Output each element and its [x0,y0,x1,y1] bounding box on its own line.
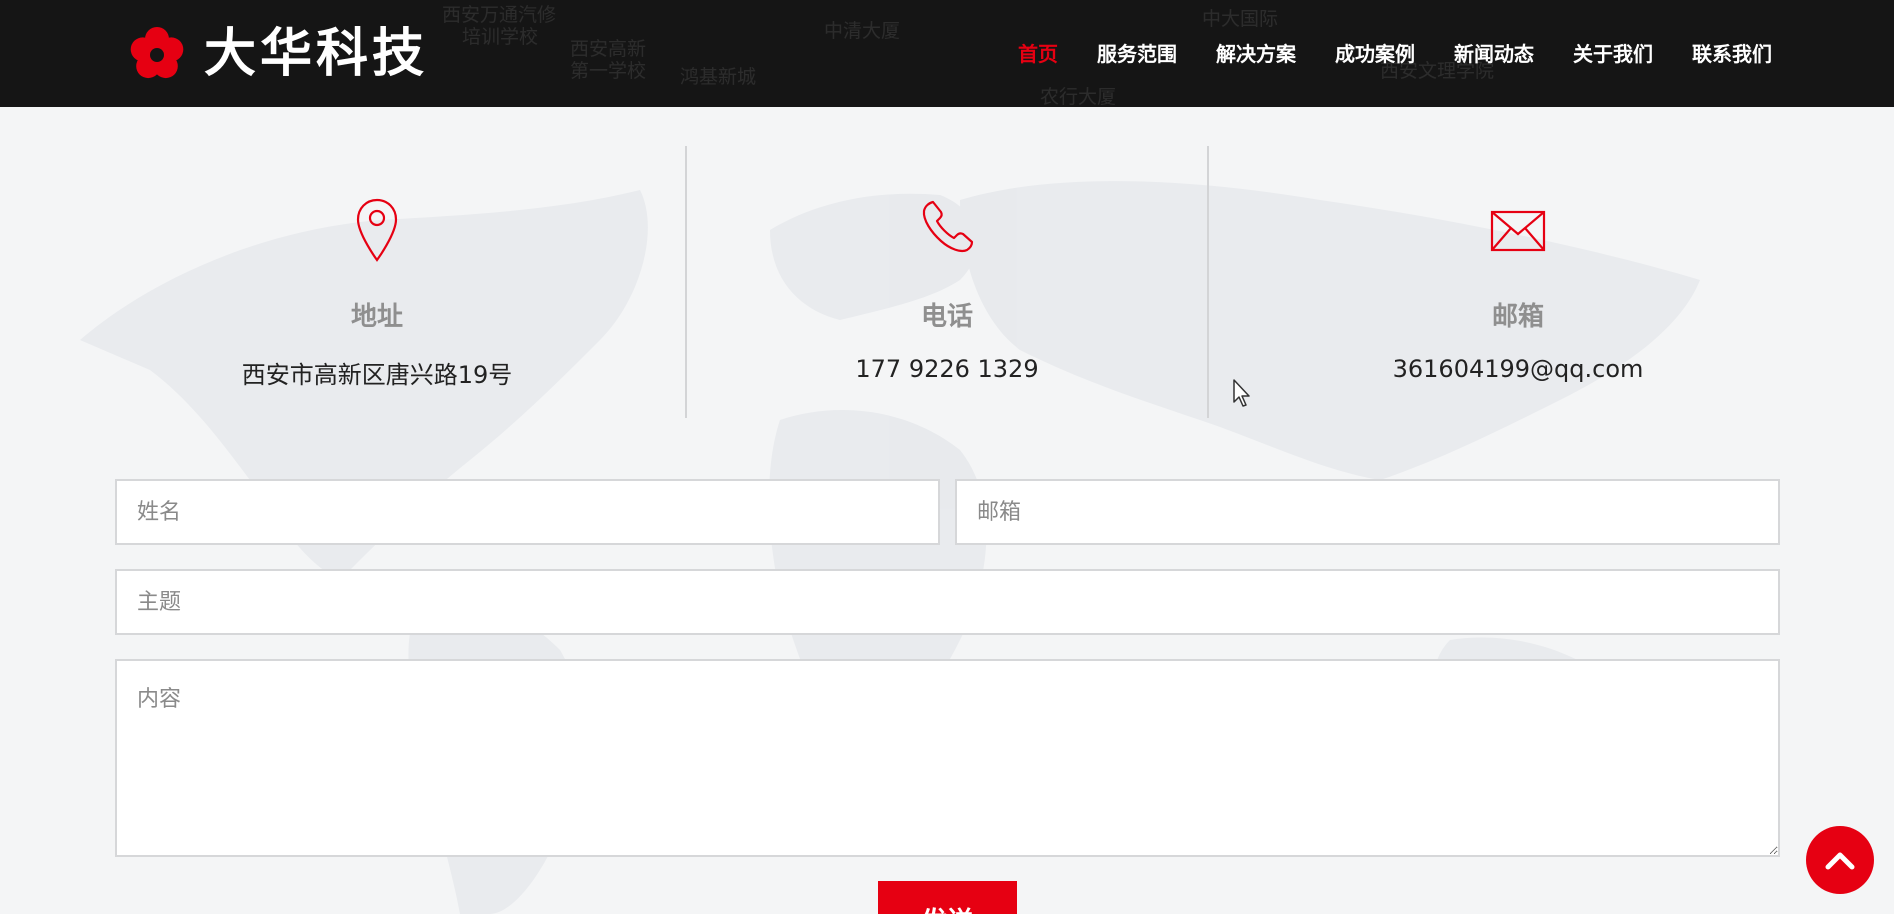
phone-icon [922,200,974,253]
back-to-top-button[interactable] [1806,826,1874,894]
header-map-label: 培训学校 [462,26,539,48]
address-block: 地址 西安市高新区唐兴路19号 [118,146,636,418]
nav-item-news[interactable]: 新闻动态 [1454,38,1534,67]
envelope-icon [1490,210,1546,252]
nav-item-contact[interactable]: 联系我们 [1692,38,1772,67]
nav-item-home[interactable]: 首页 [1018,38,1058,67]
mouse-cursor-icon [1233,379,1250,407]
nav-item-cases[interactable]: 成功案例 [1335,38,1415,67]
location-pin-icon [356,198,398,262]
header-map-label: 鸿基新城 [680,66,757,88]
header-map-label: 中大国际 [1202,8,1279,30]
nav-item-services[interactable]: 服务范围 [1097,38,1177,67]
send-button[interactable]: 发送 [878,881,1017,914]
chevron-up-icon [1825,852,1855,870]
subject-input[interactable] [115,569,1780,635]
flower-logo-icon [130,27,184,79]
email-block: 邮箱 361604199@qq.com [1208,146,1828,418]
phone-title: 电话 [920,302,973,332]
nav-item-about[interactable]: 关于我们 [1573,38,1653,67]
brand-name: 大华科技 [204,24,429,84]
address-value: 西安市高新区唐兴路19号 [241,361,513,389]
nav-item-solutions[interactable]: 解决方案 [1216,38,1296,67]
phone-value: 177 9226 1329 [855,355,1039,383]
email-title: 邮箱 [1491,302,1544,332]
site-logo[interactable]: 大华科技 [130,27,428,81]
name-input[interactable] [115,479,940,545]
email-value: 361604199@qq.com [1392,355,1644,383]
site-header: 西安万通汽修 培训学校 西安高新 第一学校 鸿基新城 中清大厦 中大国际 农行大… [0,0,1894,107]
content-textarea[interactable] [115,659,1780,857]
main-nav: 首页 服务范围 解决方案 成功案例 新闻动态 关于我们 联系我们 [1018,38,1772,67]
header-map-label: 农行大厦 [1040,86,1117,107]
email-input[interactable] [955,479,1780,545]
address-title: 地址 [350,302,403,332]
header-map-label: 第一学校 [570,60,647,82]
phone-block: 电话 177 9226 1329 [686,146,1208,418]
header-map-label: 中清大厦 [824,20,901,42]
